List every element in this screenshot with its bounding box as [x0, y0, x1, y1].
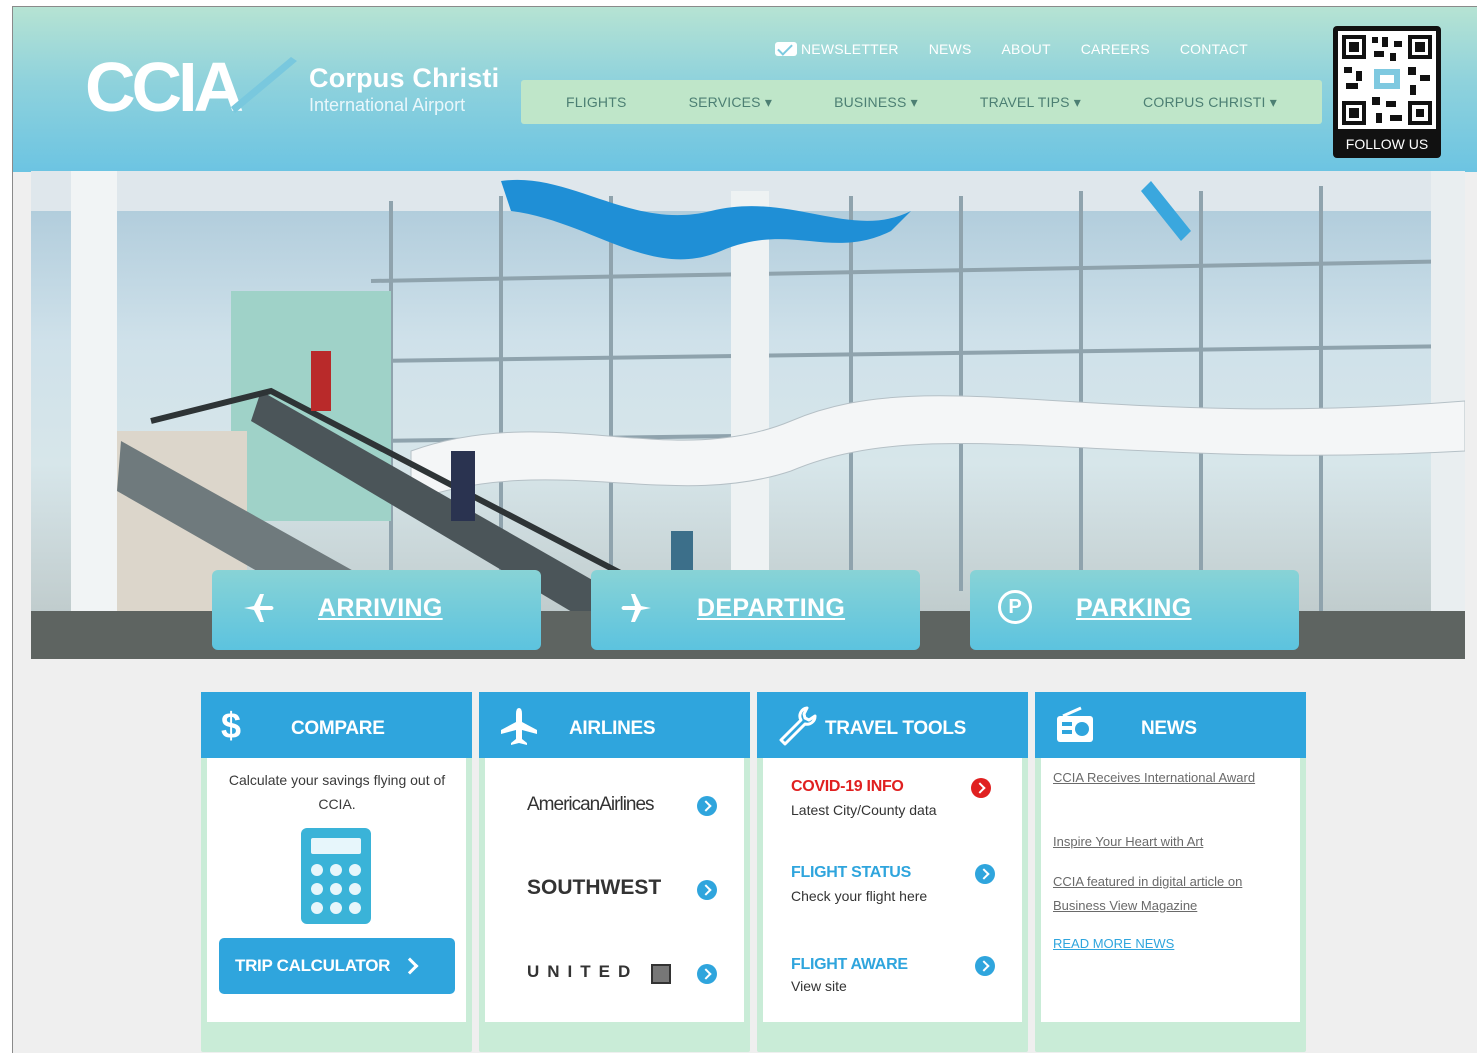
southwest-logo: SOUTHWEST	[527, 876, 662, 899]
american-airlines-logo: AmericanAirlines	[527, 794, 655, 815]
plane-departing-icon	[619, 590, 655, 626]
tool-flight-aware-sub: View site	[791, 978, 847, 994]
logo-subtitle: International Airport	[309, 95, 466, 115]
logo-swoosh	[231, 57, 297, 113]
top-nav-about[interactable]: ABOUT	[1002, 41, 1051, 57]
logo-name: Corpus Christi	[309, 63, 500, 93]
compare-title: COMPARE	[291, 718, 385, 739]
main-nav-business[interactable]: BUSINESS ▾	[834, 94, 918, 111]
news-body: CCIA Receives International Award Inspir…	[1041, 758, 1300, 1022]
airlines-title: AIRLINES	[569, 718, 656, 739]
read-more-news-link[interactable]: READ MORE NEWS	[1053, 932, 1283, 956]
wrench-icon	[777, 706, 817, 746]
go-arrow-icon	[975, 956, 995, 976]
qr-label: FOLLOW US	[1345, 136, 1429, 152]
top-nav-label: NEWSLETTER	[801, 41, 899, 57]
calculator-icon	[301, 828, 371, 924]
travel-tools-card: TRAVEL TOOLS COVID-19 INFO Latest City/C…	[757, 692, 1028, 1052]
main-nav: FLIGHTS SERVICES ▾ BUSINESS ▾ TRAVEL TIP…	[521, 80, 1322, 124]
travel-tools-header: TRAVEL TOOLS	[757, 692, 1028, 758]
tool-flight-aware-title: FLIGHT AWARE	[791, 956, 908, 973]
site-logo[interactable]: CCIA Corpus Christi International Airpor…	[85, 49, 505, 129]
parking-button[interactable]: P PARKING	[970, 570, 1299, 650]
top-nav-careers[interactable]: CAREERS	[1081, 41, 1150, 57]
news-card: NEWS CCIA Receives International Award I…	[1035, 692, 1306, 1052]
departing-label: DEPARTING	[697, 594, 846, 622]
plane-arriving-icon	[240, 590, 276, 626]
dollar-icon: $	[221, 705, 242, 746]
news-item-business-view[interactable]: CCIA featured in digital article on Busi…	[1053, 870, 1283, 918]
airlines-card: AIRLINES AmericanAirlines SOUTHWEST UNIT…	[479, 692, 750, 1052]
site-header: CCIA Corpus Christi International Airpor…	[13, 7, 1477, 172]
airplane-icon	[499, 706, 539, 746]
main-nav-corpus-christi[interactable]: CORPUS CHRISTI ▾	[1143, 94, 1277, 111]
news-item-art[interactable]: Inspire Your Heart with Art	[1053, 830, 1283, 854]
main-nav-travel-tips[interactable]: TRAVEL TIPS ▾	[980, 94, 1081, 111]
arriving-button[interactable]: ARRIVING	[212, 570, 541, 650]
top-nav-contact[interactable]: CONTACT	[1180, 41, 1248, 57]
news-title: NEWS	[1141, 718, 1197, 739]
mail-icon	[775, 42, 797, 56]
chevron-right-icon	[401, 957, 419, 975]
departing-button[interactable]: DEPARTING	[591, 570, 920, 650]
go-arrow-icon	[975, 864, 995, 884]
news-item-award[interactable]: CCIA Receives International Award	[1053, 766, 1283, 790]
main-nav-services[interactable]: SERVICES ▾	[689, 94, 772, 111]
qr-code-icon	[1338, 31, 1436, 129]
tool-flight-status-title: FLIGHT STATUS	[791, 864, 911, 881]
top-nav: NEWSLETTER NEWS ABOUT CAREERS CONTACT	[775, 37, 1248, 61]
united-globe-icon	[651, 964, 671, 984]
qr-follow-us[interactable]: FOLLOW US	[1333, 26, 1441, 158]
airline-southwest[interactable]: SOUTHWEST	[485, 868, 744, 908]
travel-tools-title: TRAVEL TOOLS	[825, 718, 967, 739]
airlines-body: AmericanAirlines SOUTHWEST UNITED	[485, 758, 744, 1022]
ccia-logo-mark: CCIA	[85, 49, 297, 121]
go-arrow-icon	[697, 796, 717, 816]
tool-flight-status-sub: Check your flight here	[791, 888, 928, 904]
go-arrow-icon	[697, 964, 717, 984]
go-arrow-icon	[697, 880, 717, 900]
tool-covid-sub: Latest City/County data	[791, 802, 937, 818]
top-nav-newsletter[interactable]: NEWSLETTER	[775, 41, 899, 57]
united-logo: UNITED	[527, 962, 639, 981]
go-arrow-icon	[971, 778, 991, 798]
arriving-label: ARRIVING	[318, 594, 443, 622]
airline-united[interactable]: UNITED	[485, 954, 744, 994]
travel-tools-body: COVID-19 INFO Latest City/County data FL…	[763, 758, 1022, 1022]
compare-header: $ COMPARE	[201, 692, 472, 758]
radio-icon	[1055, 706, 1095, 746]
top-nav-news[interactable]: NEWS	[929, 41, 972, 57]
airline-american[interactable]: AmericanAirlines	[485, 786, 744, 826]
trip-calculator-label: TRIP CALCULATOR	[235, 956, 391, 975]
tool-covid-title: COVID-19 INFO	[791, 778, 904, 795]
main-nav-flights[interactable]: FLIGHTS	[566, 94, 627, 110]
airlines-header: AIRLINES	[479, 692, 750, 758]
parking-label: PARKING	[1076, 594, 1192, 622]
browser-viewport: CCIA Corpus Christi International Airpor…	[12, 6, 1477, 1053]
parking-icon: P	[998, 590, 1032, 624]
compare-text: Calculate your savings flying out of CCI…	[228, 772, 446, 812]
trip-calculator-button[interactable]: TRIP CALCULATOR	[219, 938, 455, 994]
news-header: NEWS	[1035, 692, 1306, 758]
compare-body: Calculate your savings flying out of CCI…	[207, 758, 466, 1022]
svg-text:CCIA: CCIA	[85, 49, 243, 121]
compare-card: $ COMPARE Calculate your savings flying …	[201, 692, 472, 1052]
